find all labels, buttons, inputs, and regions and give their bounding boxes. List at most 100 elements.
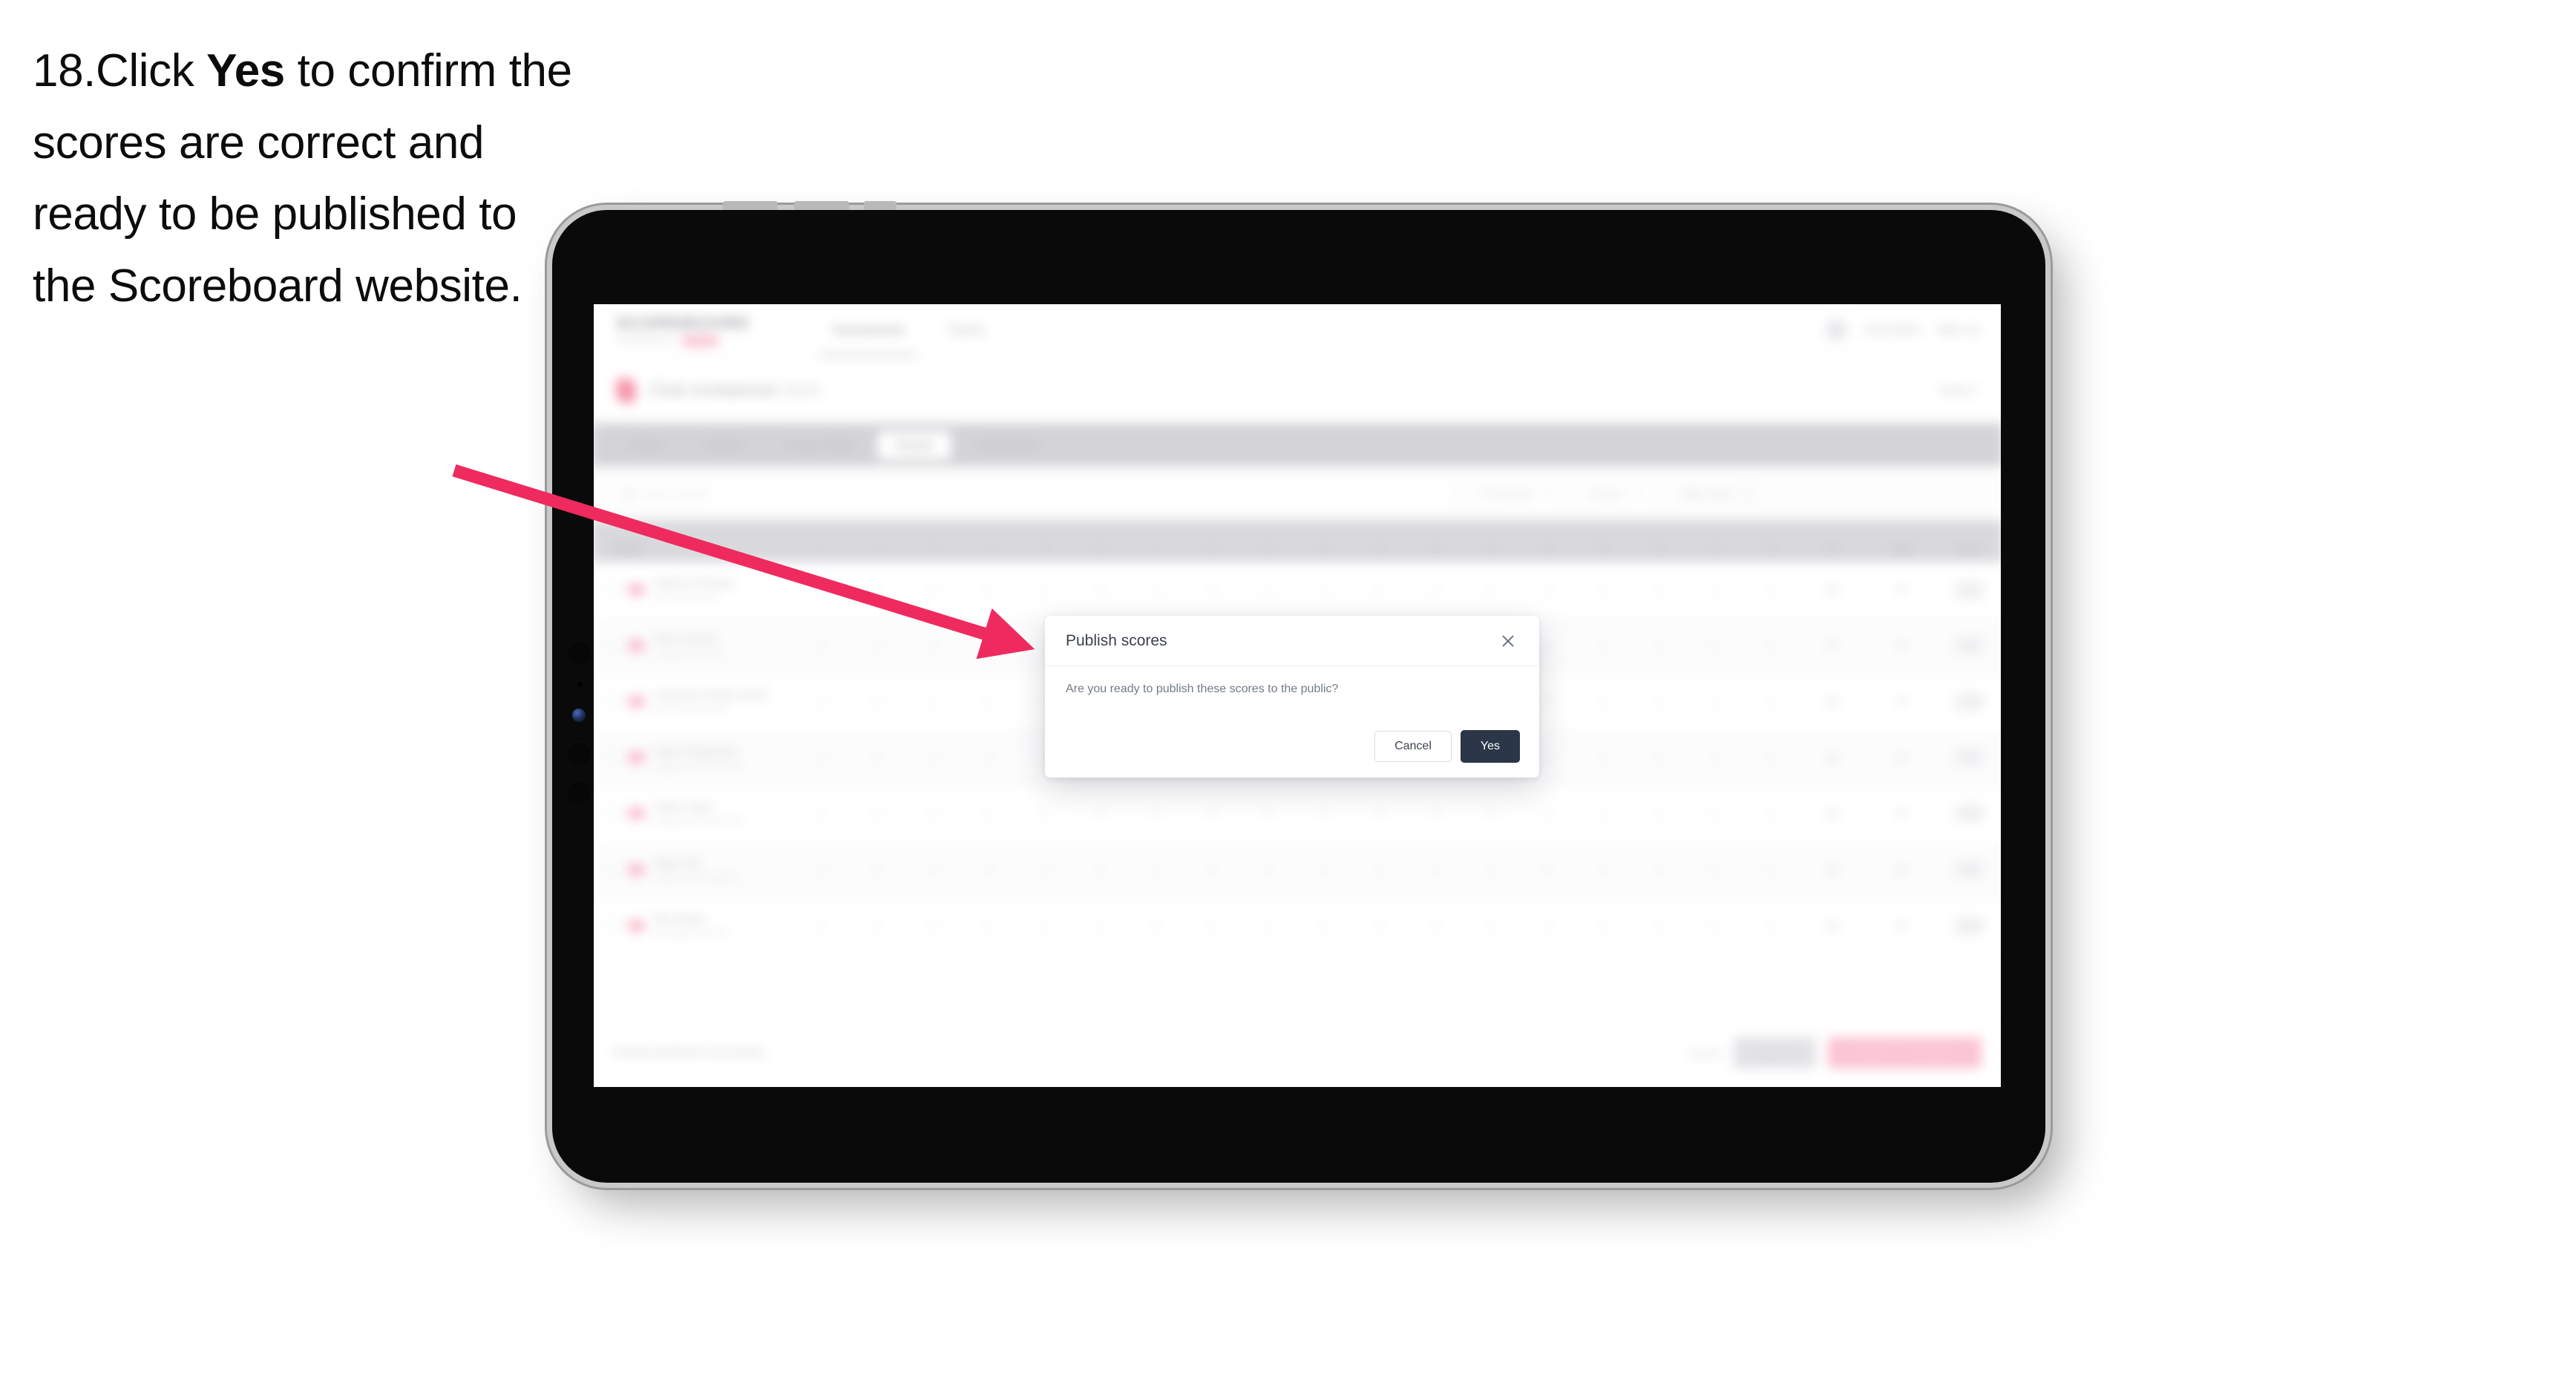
hole-score-2[interactable]: 5 (849, 919, 905, 931)
hole-score-3[interactable]: 4 (905, 807, 961, 819)
row-checkbox[interactable] (606, 863, 619, 876)
hole-score-1[interactable]: 4 (793, 752, 849, 763)
hole-score-6[interactable]: 4 (1072, 864, 1128, 876)
hole-score-18[interactable]: 4 (1743, 807, 1798, 819)
hole-score-17[interactable]: 3 (1686, 752, 1742, 763)
hole-score-1[interactable]: 5 (793, 807, 849, 819)
volume-down-button[interactable] (794, 201, 849, 210)
hole-score-2[interactable]: 5 (849, 583, 905, 595)
search-input[interactable]: Search players (612, 477, 1454, 509)
row-checkbox[interactable] (606, 639, 619, 652)
hole-score-14[interactable]: 4 (1519, 807, 1575, 819)
hole-score-11[interactable]: 4 (1351, 807, 1407, 819)
tab-course-setup[interactable]: Course Setup (768, 431, 872, 459)
hole-score-17[interactable]: 4 (1686, 695, 1742, 707)
hole-score-1[interactable]: 5 (793, 640, 849, 651)
hole-score-18[interactable]: 4 (1743, 752, 1798, 763)
table-row[interactable]: Warren Thomas Sunrise Golf Club 4 5 4 3 4 5 4 3 4 4… (594, 562, 2001, 618)
sign-out-link[interactable]: Sign out (1937, 323, 1978, 336)
footer-cancel-link[interactable]: Cancel (1689, 1046, 1722, 1058)
hole-score-6[interactable]: 4 (1072, 919, 1128, 931)
save-all-button[interactable]: Save All (1733, 1037, 1817, 1068)
hole-score-11[interactable]: 5 (1351, 583, 1407, 595)
hole-score-7[interactable]: 4 (1128, 807, 1184, 819)
hole-score-13[interactable]: 4 (1464, 919, 1519, 931)
hole-score-17[interactable]: 4 (1686, 864, 1742, 876)
publish-to-scoreboard-button[interactable]: Publish to Scoreboard (1828, 1037, 1982, 1068)
hole-score-12[interactable]: 4 (1407, 807, 1463, 819)
confirm-yes-button[interactable]: Yes (1460, 730, 1520, 763)
nav-item-teams[interactable]: Teams (948, 304, 985, 355)
hole-score-9[interactable]: 5 (1240, 807, 1296, 819)
hole-score-15[interactable]: 4 (1575, 807, 1631, 819)
table-row[interactable]: Ben Butler Greenfield Golf Club 5 5 4 4 5 4 5 4 4 5… (594, 898, 2001, 954)
hole-score-1[interactable]: 4 (793, 583, 849, 595)
hole-score-7[interactable]: 4 (1128, 583, 1184, 595)
hole-score-4[interactable]: 4 (961, 752, 1017, 763)
hole-score-3[interactable]: 4 (905, 752, 961, 763)
tab-rounds[interactable]: Rounds (688, 431, 762, 459)
hole-score-9[interactable]: 4 (1240, 864, 1296, 876)
hole-score-15[interactable]: 5 (1575, 919, 1631, 931)
hole-score-7[interactable]: 4 (1128, 864, 1184, 876)
hole-score-12[interactable]: 3 (1407, 583, 1463, 595)
hole-score-2[interactable]: 4 (849, 640, 905, 651)
hole-score-9[interactable]: 4 (1240, 919, 1296, 931)
power-button[interactable] (864, 201, 897, 210)
hole-score-16[interactable]: 4 (1631, 640, 1686, 651)
hole-score-3[interactable]: 5 (905, 864, 961, 876)
hole-score-1[interactable]: 4 (793, 695, 849, 707)
table-row[interactable]: Ryan Hill Oakmoor Golf Academy 4 5 5 4 4 4 4 5 4 4 5… (594, 841, 2001, 899)
hole-score-16[interactable]: 4 (1631, 583, 1686, 595)
hole-score-2[interactable]: 4 (849, 695, 905, 707)
hole-score-10[interactable]: 4 (1296, 864, 1351, 876)
hole-score-15[interactable]: 4 (1575, 640, 1631, 651)
row-checkbox[interactable] (606, 807, 619, 821)
hole-score-10[interactable]: 4 (1296, 807, 1351, 819)
hole-score-5[interactable]: 4 (1017, 583, 1072, 595)
hole-score-13[interactable]: 4 (1464, 583, 1519, 595)
hole-score-1[interactable]: 4 (793, 864, 849, 876)
hole-score-4[interactable]: 3 (961, 583, 1017, 595)
hole-score-9[interactable]: 4 (1240, 583, 1296, 595)
hole-score-8[interactable]: 3 (1184, 807, 1240, 819)
hole-score-17[interactable]: 3 (1686, 583, 1742, 595)
hole-score-6[interactable]: 5 (1072, 583, 1128, 595)
hole-score-16[interactable]: 5 (1631, 752, 1686, 763)
hole-score-3[interactable]: 4 (905, 583, 961, 595)
hole-score-5[interactable]: 4 (1017, 864, 1072, 876)
hole-score-14[interactable]: 4 (1519, 583, 1575, 595)
hole-score-16[interactable]: 4 (1631, 864, 1686, 876)
hole-score-4[interactable]: 4 (961, 807, 1017, 819)
table-row[interactable]: Ethan Ward Westbrook Country Club 5 4 4 4 5 4 4 3… (594, 786, 2001, 842)
hole-score-4[interactable]: 4 (961, 640, 1017, 651)
hole-score-17[interactable]: 5 (1686, 919, 1742, 931)
hole-score-1[interactable]: 5 (793, 919, 849, 931)
hole-score-5[interactable]: 5 (1017, 919, 1072, 931)
view-mode-toggle[interactable]: Table View (1668, 478, 1766, 509)
hole-score-15[interactable]: 4 (1575, 752, 1631, 763)
hole-score-15[interactable]: 5 (1575, 695, 1631, 707)
hole-score-15[interactable]: 5 (1575, 583, 1631, 595)
hole-score-10[interactable]: 5 (1296, 919, 1351, 931)
brand-logo[interactable]: SCOREBOARD POWERED BY GOLF (616, 313, 750, 346)
hole-score-11[interactable]: 5 (1351, 864, 1407, 876)
division-filter-select[interactable]: All Divisions (1465, 477, 1564, 509)
tab-leaderboard[interactable]: Leaderboard (957, 431, 1057, 459)
row-checkbox[interactable] (606, 919, 619, 932)
hole-score-18[interactable]: 3 (1743, 640, 1798, 651)
hole-score-7[interactable]: 5 (1128, 919, 1184, 931)
hole-score-18[interactable]: 4 (1743, 919, 1798, 931)
hole-score-6[interactable]: 4 (1072, 807, 1128, 819)
cancel-button[interactable]: Cancel (1374, 731, 1452, 762)
hole-score-4[interactable]: 3 (961, 695, 1017, 707)
hole-score-18[interactable]: 4 (1743, 583, 1798, 595)
hole-score-8[interactable]: 5 (1184, 864, 1240, 876)
tab-details[interactable]: Details (612, 431, 681, 459)
volume-up-button[interactable] (723, 201, 778, 210)
round-filter-select[interactable]: Round 1 (1575, 477, 1657, 509)
close-icon[interactable] (1498, 631, 1518, 651)
hole-score-18[interactable]: 5 (1743, 864, 1798, 876)
grid-view-icon[interactable] (1740, 485, 1755, 501)
hole-score-2[interactable]: 5 (849, 752, 905, 763)
